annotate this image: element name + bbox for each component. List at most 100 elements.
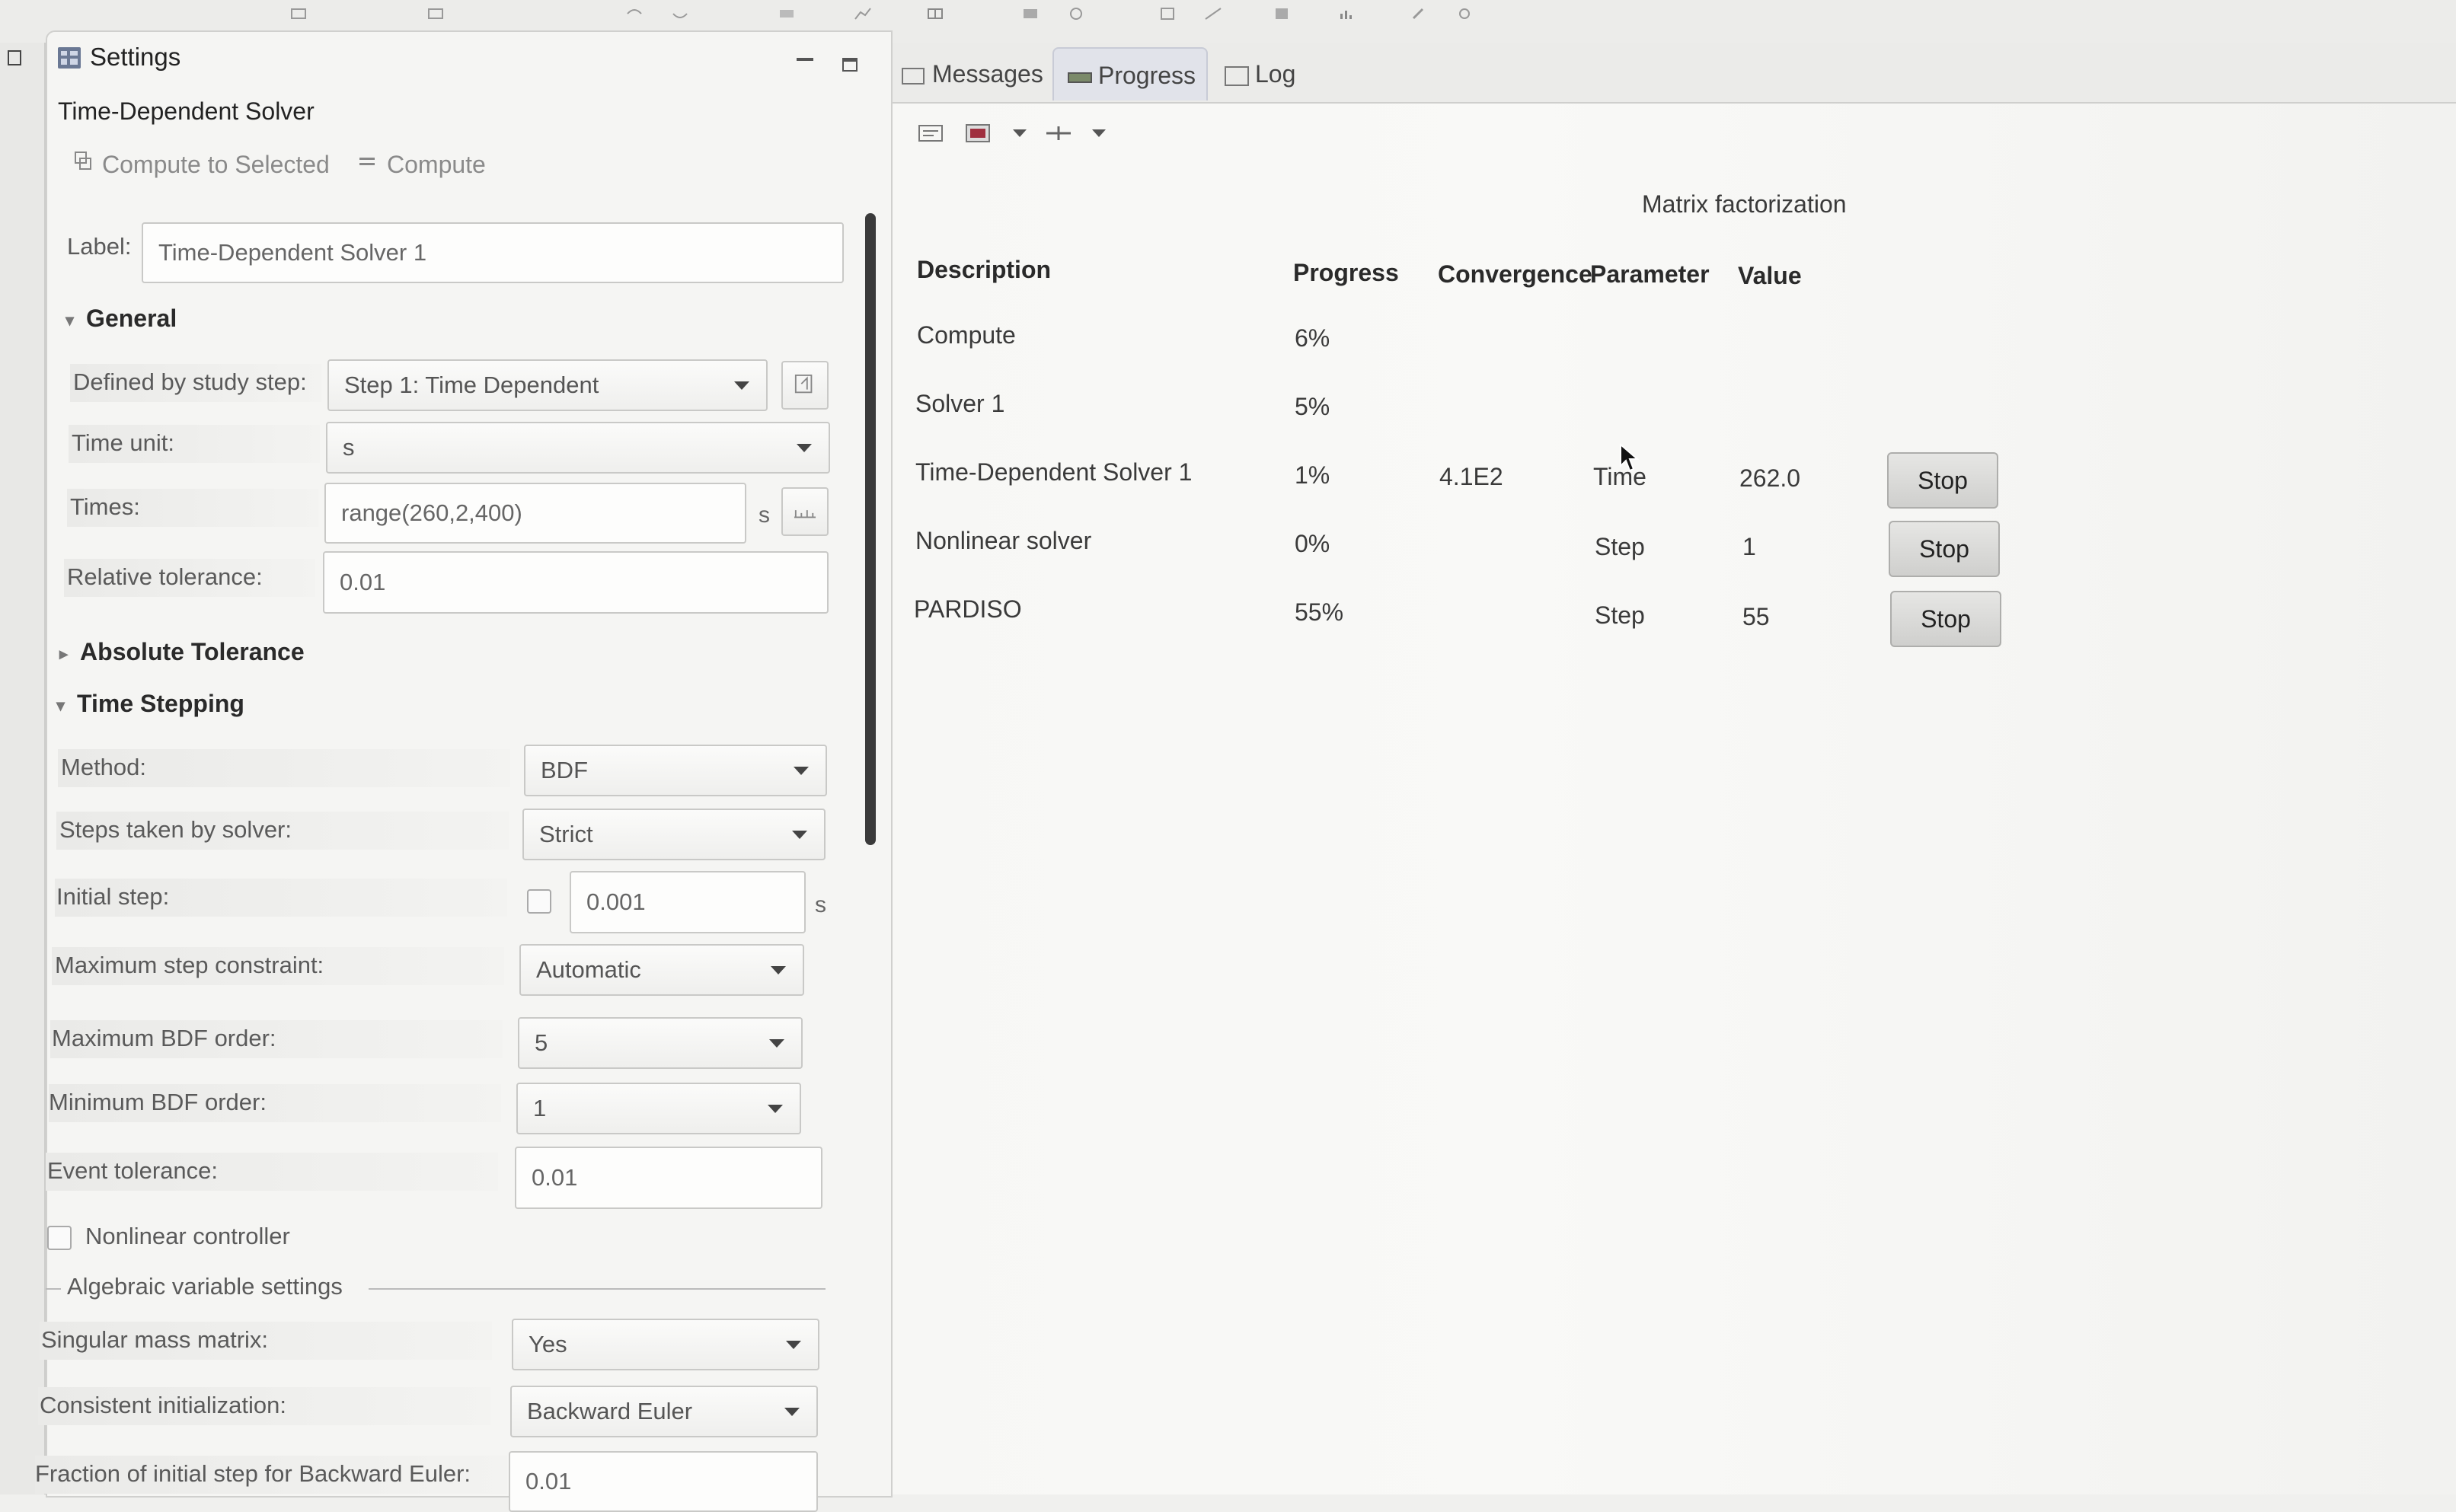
initial-step-checkbox[interactable] xyxy=(527,889,551,914)
compute-icon xyxy=(359,155,375,167)
row-description: Compute xyxy=(917,321,1016,349)
toolbar-tool-icon[interactable] xyxy=(1066,6,1086,21)
stop-all-icon[interactable] xyxy=(964,122,992,145)
section-absolute-tolerance[interactable]: ▸ Absolute Tolerance xyxy=(59,638,305,666)
mouse-cursor-icon xyxy=(1619,442,1640,474)
toolbar-redo-icon[interactable] xyxy=(670,6,690,21)
singular-mass-value: Yes xyxy=(529,1331,567,1357)
toolbar-tool-icon[interactable] xyxy=(1455,6,1474,21)
toolbar-tool-icon[interactable] xyxy=(1020,6,1040,21)
tab-messages[interactable]: Messages xyxy=(902,47,1043,100)
go-to-source-button[interactable] xyxy=(781,361,829,410)
row-parameter: Step xyxy=(1595,601,1645,629)
initial-step-unit: s xyxy=(815,892,826,917)
row-value: 55 xyxy=(1742,603,1770,630)
chevron-down-icon xyxy=(769,1039,784,1048)
toolbar-chart-icon[interactable] xyxy=(1337,6,1356,21)
pin-icon[interactable] xyxy=(1045,122,1072,145)
gutter-icon[interactable] xyxy=(8,50,21,65)
tab-progress[interactable]: Progress xyxy=(1052,47,1208,100)
toolbar-tool-icon[interactable] xyxy=(289,6,309,21)
range-button[interactable] xyxy=(781,487,829,536)
minimize-icon[interactable] xyxy=(797,58,813,61)
stop-button[interactable]: Stop xyxy=(1889,521,2000,577)
singular-mass-select[interactable]: Yes xyxy=(512,1319,819,1370)
times-label: Times: xyxy=(70,493,140,520)
max-bdf-order-label: Maximum BDF order: xyxy=(52,1025,276,1051)
row-progress: 0% xyxy=(1295,530,1330,557)
tab-log[interactable]: Log xyxy=(1225,47,1295,100)
section-general[interactable]: ▾ General xyxy=(65,305,177,333)
max-step-constraint-value: Automatic xyxy=(536,956,641,983)
row-progress: 1% xyxy=(1295,461,1330,489)
tab-messages-label: Messages xyxy=(932,60,1043,88)
chevron-down-icon[interactable] xyxy=(1092,129,1106,137)
separator xyxy=(369,1288,826,1290)
collapse-icon: ▾ xyxy=(56,695,65,715)
section-time-stepping-label: Time Stepping xyxy=(77,690,244,717)
row-progress: 55% xyxy=(1295,598,1344,626)
column-progress: Progress xyxy=(1293,259,1399,286)
times-unit: s xyxy=(759,502,770,528)
toolbar-tool-icon[interactable] xyxy=(426,6,446,21)
max-bdf-order-select[interactable]: 5 xyxy=(518,1017,803,1069)
row-parameter: Step xyxy=(1595,533,1645,560)
event-tolerance-input[interactable]: 0.01 xyxy=(515,1147,822,1209)
event-tolerance-label: Event tolerance: xyxy=(47,1157,219,1184)
column-parameter: Parameter xyxy=(1590,260,1710,288)
tab-log-label: Log xyxy=(1255,60,1296,88)
row-progress: 5% xyxy=(1295,393,1330,420)
left-gutter xyxy=(0,43,46,1494)
min-bdf-order-select[interactable]: 1 xyxy=(516,1083,801,1134)
method-select[interactable]: BDF xyxy=(524,745,827,796)
toolbar-undo-icon[interactable] xyxy=(624,6,644,21)
time-unit-select[interactable]: s xyxy=(326,422,830,474)
steps-taken-value: Strict xyxy=(539,821,593,847)
toolbar-tool-icon[interactable] xyxy=(1158,6,1177,21)
progress-status: Matrix factorization xyxy=(1642,190,1847,218)
fraction-initial-step-input[interactable]: 0.01 xyxy=(509,1451,818,1512)
stop-button[interactable]: Stop xyxy=(1890,591,2001,647)
toolbar-plot-icon[interactable] xyxy=(853,6,873,21)
collapse-icon: ▾ xyxy=(65,310,75,330)
settings-scrollbar[interactable] xyxy=(865,213,876,845)
method-label: Method: xyxy=(61,754,147,780)
consistent-init-select[interactable]: Backward Euler xyxy=(510,1386,818,1437)
min-bdf-order-value: 1 xyxy=(533,1095,547,1121)
clear-icon[interactable] xyxy=(917,122,944,145)
label-input[interactable]: Time-Dependent Solver 1 xyxy=(142,222,844,283)
row-description: Solver 1 xyxy=(915,390,1005,417)
toolbar-plot-icon[interactable] xyxy=(1203,6,1223,21)
toolbar-tool-icon[interactable] xyxy=(1409,6,1429,21)
relative-tolerance-input[interactable]: 0.01 xyxy=(323,551,829,614)
section-general-label: General xyxy=(86,305,177,332)
time-unit-label: Time unit: xyxy=(72,429,174,456)
chevron-down-icon xyxy=(784,1408,800,1416)
compute-to-selected-button[interactable]: Compute to Selected xyxy=(102,151,330,179)
nonlinear-controller-checkbox[interactable] xyxy=(47,1226,72,1250)
messages-icon xyxy=(902,67,925,85)
compute-button[interactable]: Compute xyxy=(387,151,486,179)
section-absolute-tolerance-label: Absolute Tolerance xyxy=(80,638,305,665)
times-input[interactable]: range(260,2,400) xyxy=(324,483,746,544)
chevron-down-icon xyxy=(794,767,809,775)
chevron-down-icon[interactable] xyxy=(1013,129,1027,137)
initial-step-input[interactable]: 0.001 xyxy=(570,871,806,933)
toolbar-tool-icon[interactable] xyxy=(1272,6,1292,21)
maximize-icon[interactable] xyxy=(842,58,858,72)
study-step-value: Step 1: Time Dependent xyxy=(344,372,599,398)
toolbar-grid-icon[interactable] xyxy=(925,6,945,21)
toolbar-tool-icon[interactable] xyxy=(777,6,797,21)
singular-mass-label: Singular mass matrix: xyxy=(41,1326,269,1353)
stop-button[interactable]: Stop xyxy=(1887,452,1998,509)
row-description: Nonlinear solver xyxy=(915,527,1092,554)
consistent-init-label: Consistent initialization: xyxy=(40,1392,286,1418)
section-time-stepping[interactable]: ▾ Time Stepping xyxy=(56,690,244,718)
study-step-select[interactable]: Step 1: Time Dependent xyxy=(327,359,768,411)
log-icon xyxy=(1225,65,1249,86)
column-convergence: Convergence xyxy=(1438,260,1592,288)
method-value: BDF xyxy=(541,757,588,783)
chevron-down-icon xyxy=(771,966,786,975)
steps-taken-select[interactable]: Strict xyxy=(522,809,826,860)
max-step-constraint-select[interactable]: Automatic xyxy=(519,944,804,996)
